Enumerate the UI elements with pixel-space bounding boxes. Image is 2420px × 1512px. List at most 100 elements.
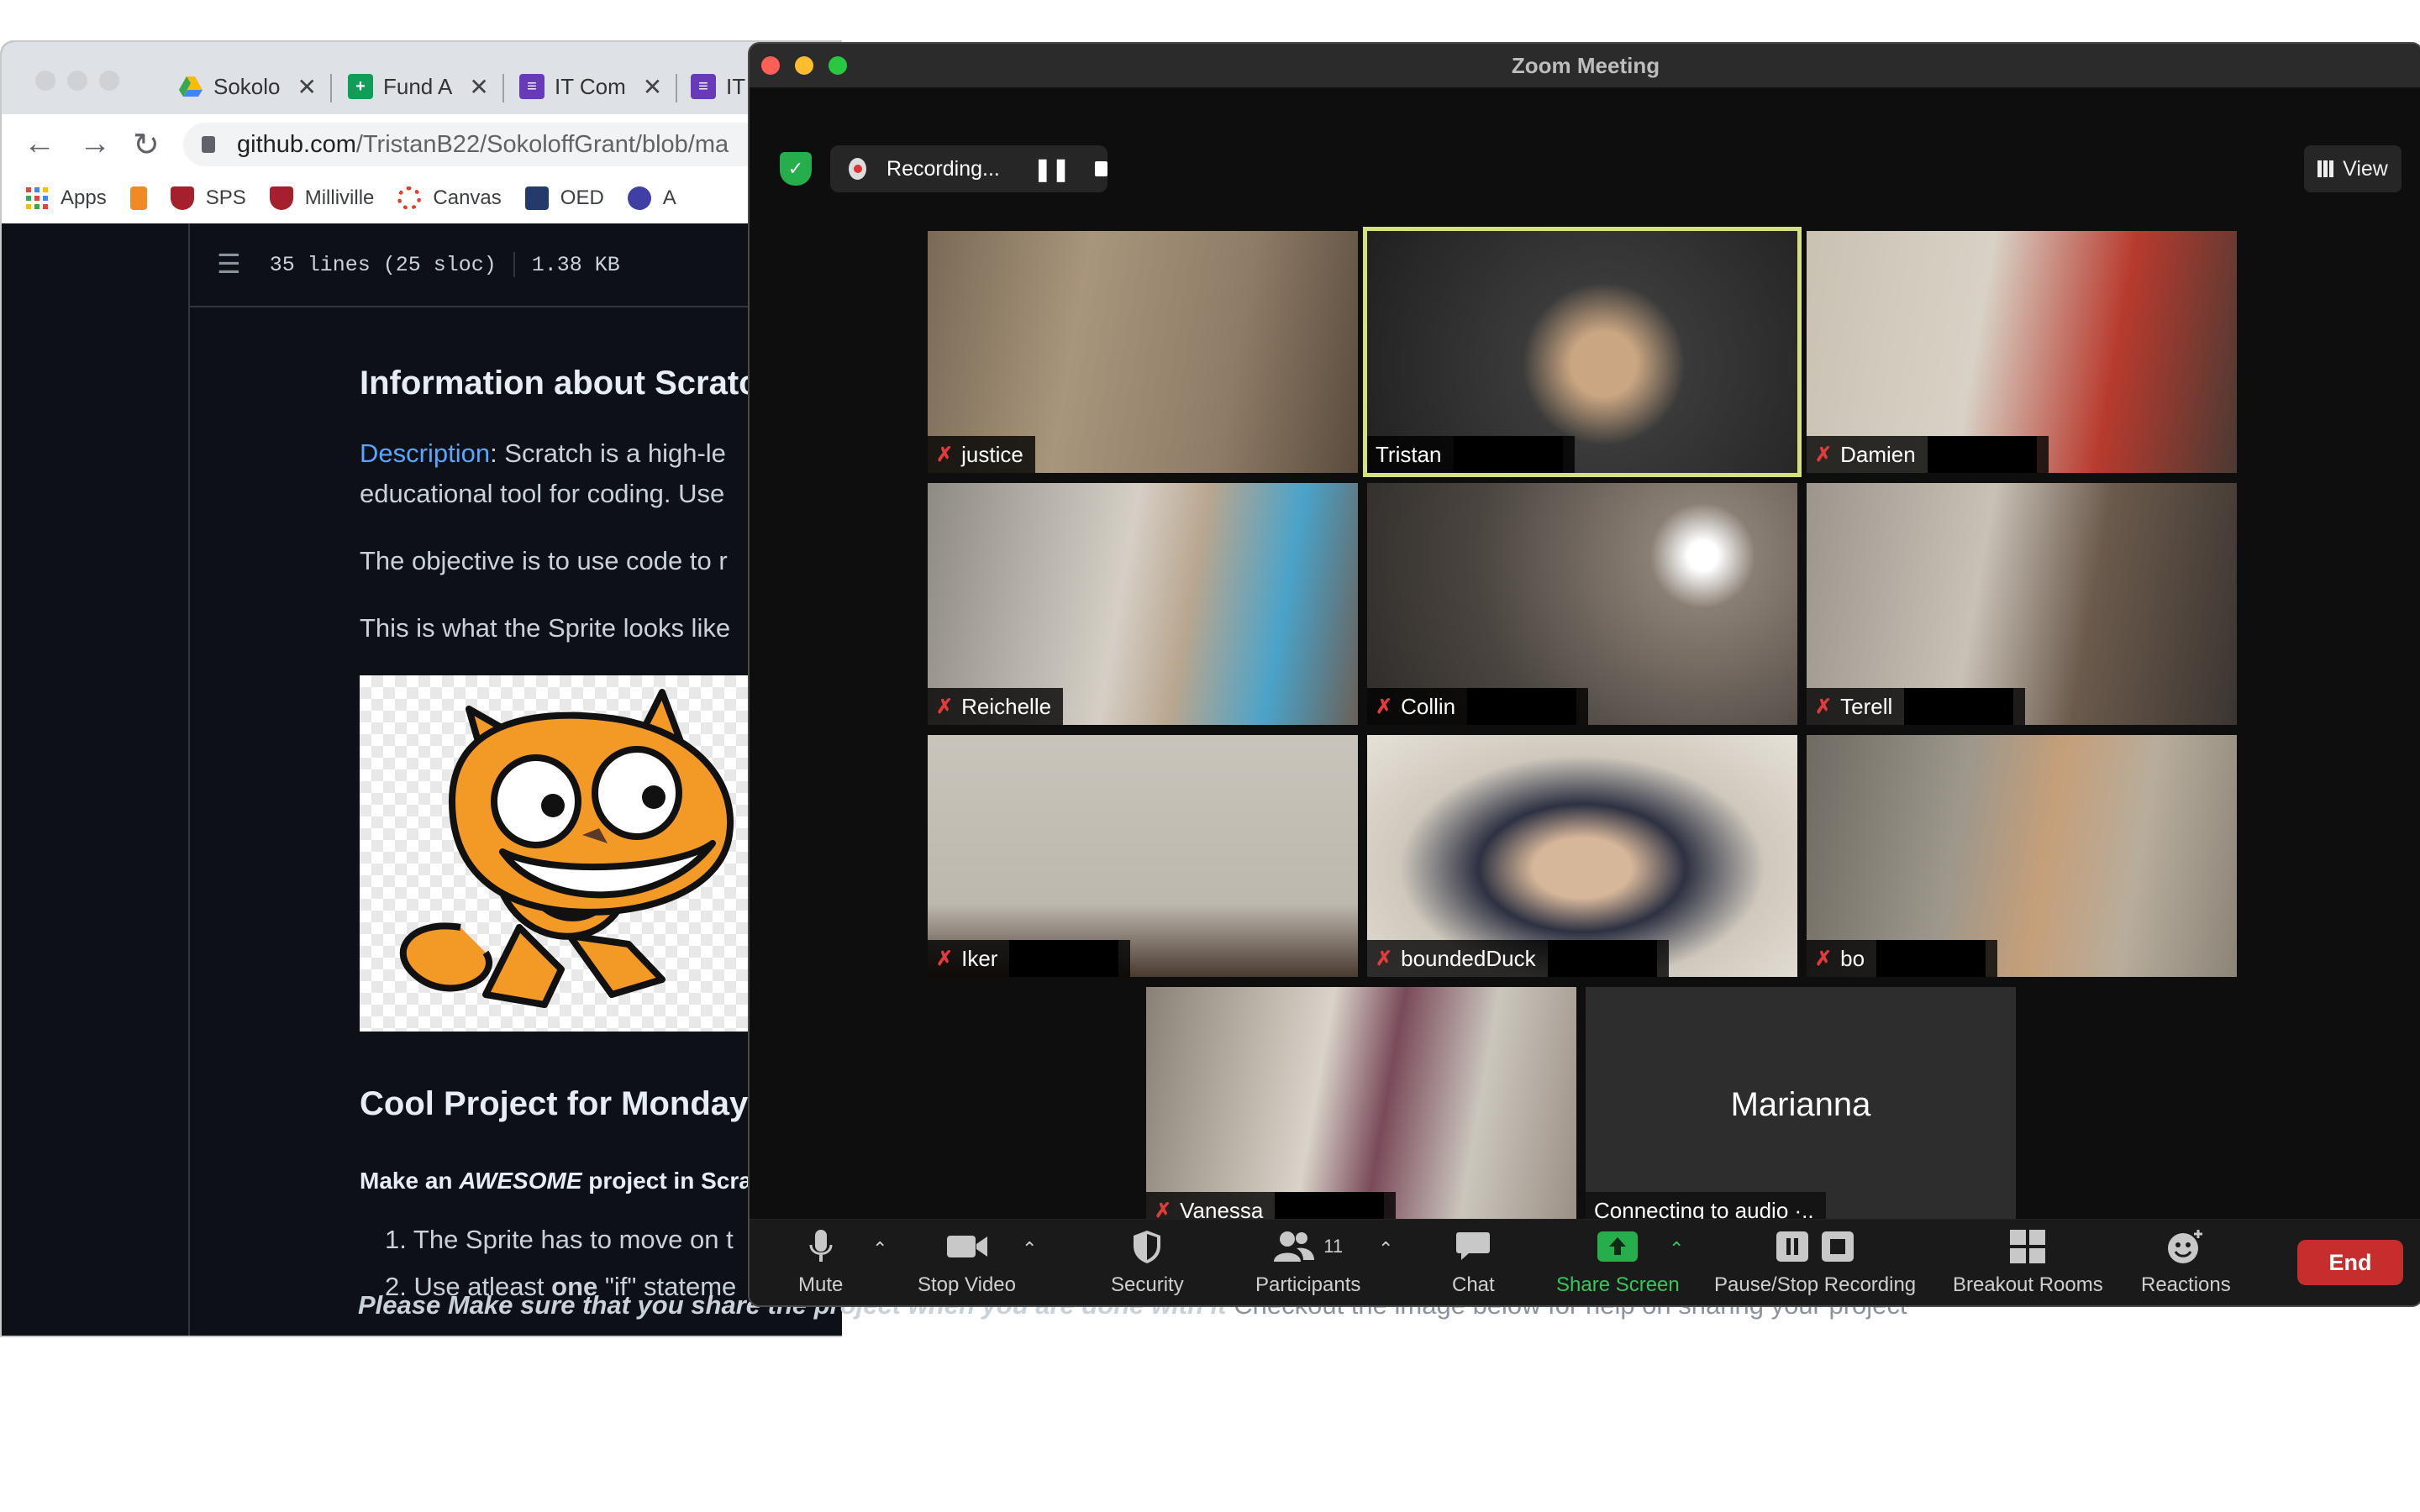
participants-count: 11 xyxy=(1323,1236,1344,1257)
back-arrow-icon[interactable]: ← xyxy=(24,126,55,162)
participant-name-tag: ✗ Collin xyxy=(1367,688,1589,725)
view-label: View xyxy=(2343,156,2388,181)
participant-tile[interactable]: ✗ Iker xyxy=(928,735,1358,977)
address-bar[interactable]: github.com/TristanB22/SokoloffGrant/blob… xyxy=(183,123,842,166)
shield-crest-icon xyxy=(269,186,293,210)
reactions-button[interactable]: Reactions xyxy=(2141,1228,2231,1297)
pause-stop-recording-button[interactable]: Pause/Stop Recording xyxy=(1714,1228,1916,1297)
forward-arrow-icon[interactable]: → xyxy=(79,126,111,162)
bookmark-milliville[interactable]: Milliville xyxy=(269,186,375,210)
participant-name-tag: Tristan xyxy=(1367,436,1575,473)
description-line: Description: Scratch is a high-le xyxy=(360,438,726,468)
description-link[interactable]: Description xyxy=(360,438,490,468)
close-tab-icon[interactable]: ✕ xyxy=(469,73,488,101)
participant-tile[interactable]: ✗ bo xyxy=(1807,735,2237,977)
description-line-2: educational tool for coding. Use xyxy=(360,479,725,508)
window-zoom-button[interactable] xyxy=(99,71,119,91)
bookmark-oed[interactable]: OED xyxy=(524,186,604,210)
outline-list-icon[interactable]: ☰ xyxy=(217,248,241,281)
breakout-rooms-icon xyxy=(2009,1228,2046,1265)
participants-icon: 11 xyxy=(1273,1228,1343,1265)
breakout-rooms-button[interactable]: Breakout Rooms xyxy=(1953,1228,2103,1297)
bookmark-apps[interactable]: Apps xyxy=(25,186,107,210)
participant-name-tag: ✗ justice xyxy=(928,436,1035,473)
close-tab-icon[interactable]: ✕ xyxy=(297,73,317,101)
chat-button[interactable]: Chat xyxy=(1452,1228,1495,1297)
bookmark-sps[interactable]: SPS xyxy=(170,186,246,210)
view-button[interactable]: View xyxy=(2304,145,2402,192)
browser-tab-it[interactable]: ≡ IT xyxy=(691,59,745,114)
shield-crest-icon xyxy=(170,186,194,210)
pause-stop-icons xyxy=(1775,1228,1855,1265)
pause-recording-icon[interactable]: ❚❚ xyxy=(1034,156,1071,182)
tab-title: Fund A xyxy=(383,73,453,99)
browser-tab-fund[interactable]: + Fund A ✕ xyxy=(348,59,504,114)
objective-text: The objective is to use code to r xyxy=(360,546,728,575)
participant-tile[interactable]: ✗ boundedDuck xyxy=(1367,735,1797,977)
zoom-minimize-button[interactable] xyxy=(795,56,813,75)
audio-options-chevron-icon[interactable]: ⌃ xyxy=(872,1238,887,1260)
file-size: 1.38 KB xyxy=(531,252,620,277)
browser-window: Sokolo ✕ + Fund A ✕ ≡ IT Com ✕ ≡ IT ← → … xyxy=(0,40,842,1337)
close-tab-icon[interactable]: ✕ xyxy=(643,73,662,101)
make-awesome-text: Make an AWESOME project in Scra xyxy=(360,1168,752,1194)
bookmark-tag[interactable] xyxy=(129,186,147,210)
a-circle-icon xyxy=(627,186,651,210)
bookmark-label: Milliville xyxy=(304,186,375,209)
share-options-chevron-icon[interactable]: ⌃ xyxy=(1669,1238,1684,1260)
end-meeting-button[interactable]: End xyxy=(2297,1240,2403,1285)
participants-options-chevron-icon[interactable]: ⌃ xyxy=(1378,1238,1393,1260)
tab-strip: Sokolo ✕ + Fund A ✕ ≡ IT Com ✕ ≡ IT xyxy=(2,42,842,114)
participant-tile-active-speaker[interactable]: Tristan xyxy=(1363,227,1802,477)
participant-tile-no-video[interactable]: Marianna Connecting to audio ·.. xyxy=(1586,987,2016,1229)
participants-button[interactable]: 11 Participants xyxy=(1255,1228,1360,1297)
browser-tab-it-com[interactable]: ≡ IT Com ✕ xyxy=(519,59,678,114)
mute-button[interactable]: Mute xyxy=(798,1228,843,1297)
url-path: /TristanB22/SokoloffGrant/blob/ma xyxy=(355,130,729,158)
tag-icon xyxy=(129,186,147,210)
muted-mic-icon: ✗ xyxy=(1815,443,1833,466)
zoom-title-bar: Zoom Meeting xyxy=(750,44,2420,88)
browser-tab-sokoloff[interactable]: Sokolo ✕ xyxy=(178,59,332,114)
security-button[interactable]: Security xyxy=(1111,1228,1184,1297)
participant-name-tag: ✗ Reichelle xyxy=(928,688,1064,725)
window-minimize-button[interactable] xyxy=(67,71,87,91)
participant-tile[interactable]: ✗ Collin xyxy=(1367,483,1797,725)
participant-tile[interactable]: ✗ Damien xyxy=(1807,231,2237,473)
bookmark-canvas[interactable]: Canvas xyxy=(397,186,502,210)
forms-icon: ≡ xyxy=(691,74,716,99)
bookmark-a[interactable]: A xyxy=(627,186,676,210)
video-grid-area: ✓ Recording... ❚❚ View ✗ justice Tristan … xyxy=(750,88,2420,1258)
participant-tile[interactable]: ✗ Terell xyxy=(1807,483,2237,725)
participant-name-tag: ✗ Damien xyxy=(1807,436,2049,473)
muted-mic-icon: ✗ xyxy=(936,443,954,466)
list-item: 1. The Sprite has to move on t xyxy=(385,1225,734,1254)
participant-tile[interactable]: ✗ justice xyxy=(928,231,1358,473)
muted-mic-icon: ✗ xyxy=(1376,695,1393,718)
participant-name-tag: ✗ boundedDuck xyxy=(1367,940,1669,977)
video-options-chevron-icon[interactable]: ⌃ xyxy=(1022,1238,1037,1260)
zoom-window-title: Zoom Meeting xyxy=(1511,53,1660,78)
zoom-close-button[interactable] xyxy=(761,56,780,75)
participant-tile[interactable]: ✗ Vanessa xyxy=(1146,987,1576,1229)
participant-tile[interactable]: ✗ Reichelle xyxy=(928,483,1358,725)
microphone-icon xyxy=(808,1228,834,1265)
security-shield-icon xyxy=(1132,1228,1162,1265)
sheets-icon: + xyxy=(348,74,373,99)
apps-grid-icon xyxy=(25,186,49,210)
sprite-text: This is what the Sprite looks like xyxy=(360,613,731,643)
participant-name-tag: ✗ Iker xyxy=(928,940,1131,977)
tab-title: Sokolo xyxy=(213,73,281,99)
zoom-meeting-window: Zoom Meeting ✓ Recording... ❚❚ View ✗ jus… xyxy=(748,42,2420,1307)
zoom-fullscreen-button[interactable] xyxy=(829,56,847,75)
encryption-shield-icon[interactable]: ✓ xyxy=(780,152,812,186)
share-screen-button[interactable]: Share Screen xyxy=(1556,1228,1680,1297)
muted-mic-icon: ✗ xyxy=(936,947,954,970)
stop-video-button[interactable]: Stop Video xyxy=(918,1228,1016,1297)
forms-icon: ≡ xyxy=(519,74,544,99)
bookmarks-bar: Apps SPS Milliville Canvas OED A xyxy=(2,173,842,224)
stop-recording-icon[interactable] xyxy=(1095,161,1107,176)
window-close-button[interactable] xyxy=(35,71,55,91)
reload-icon[interactable]: ↻ xyxy=(133,126,160,164)
tab-title: IT Com xyxy=(555,73,626,99)
